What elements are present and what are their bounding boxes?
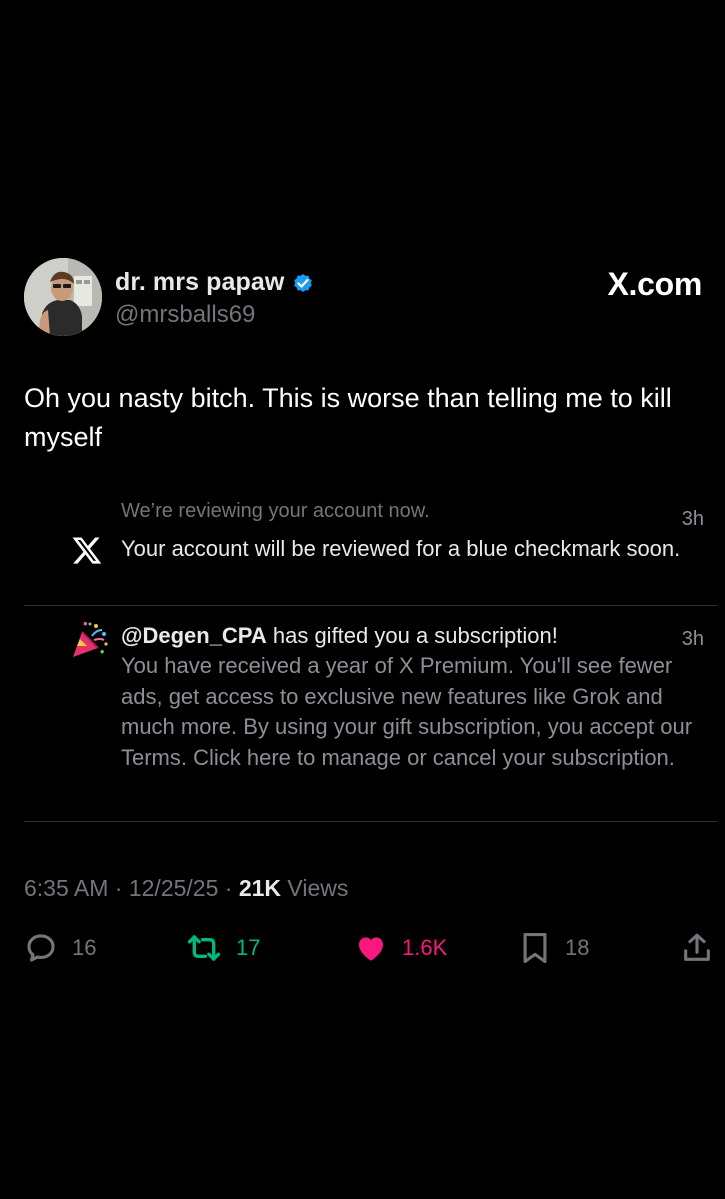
author-handle[interactable]: @mrsballs69: [115, 301, 255, 329]
notification-time: 3h: [681, 628, 704, 650]
notification-header: We’re reviewing your account now.: [121, 500, 430, 522]
notification-item[interactable]: @Degen_CPA has gifted you a subscription…: [24, 606, 717, 822]
avatar[interactable]: [24, 258, 102, 336]
views-label: Views: [281, 875, 349, 901]
repost-button[interactable]: 17: [186, 928, 260, 968]
notification-body: We’re reviewing your account now. Your a…: [121, 500, 711, 564]
site-label: X.com: [607, 266, 702, 302]
notification-title-text: has gifted you a subscription!: [266, 623, 558, 648]
share-icon: [684, 933, 710, 961]
tweet-meta: 6:35 AM · 12/25/25 · 21K Views: [24, 875, 348, 902]
reply-icon: [27, 934, 55, 962]
like-count: 1.6K: [402, 935, 448, 960]
tweet-time[interactable]: 6:35 AM: [24, 875, 108, 901]
notification-item[interactable]: We’re reviewing your account now. Your a…: [24, 495, 717, 606]
views-count[interactable]: 21K: [239, 875, 281, 901]
repost-count: 17: [236, 935, 261, 960]
verified-badge-icon: [291, 271, 315, 295]
gifter-mention[interactable]: @Degen_CPA: [121, 623, 267, 648]
reply-button[interactable]: 16: [24, 928, 96, 968]
repost-icon: [187, 935, 221, 961]
notification-title: @Degen_CPA has gifted you a subscription…: [121, 621, 711, 651]
notification-body: @Degen_CPA has gifted you a subscription…: [121, 621, 711, 773]
bookmark-button[interactable]: 18: [519, 928, 589, 968]
tweet-date[interactable]: 12/25/25: [129, 875, 219, 901]
notification-text: Your account will be reviewed for a blue…: [121, 536, 681, 561]
like-button[interactable]: 1.6K: [354, 928, 447, 968]
notification-text: You have received a year of X Premium. Y…: [121, 653, 693, 770]
tweet-text: Oh you nasty bitch. This is worse than t…: [24, 383, 672, 452]
action-bar: 16 17 1.6K 18: [24, 928, 714, 968]
name-row: dr. mrs papaw: [115, 268, 315, 297]
party-popper-icon: [70, 620, 110, 660]
bookmark-icon: [523, 932, 547, 964]
bookmark-count: 18: [565, 935, 590, 960]
heart-icon: [358, 937, 384, 961]
x-logo-icon: [70, 534, 110, 574]
profile-photo: [24, 258, 102, 336]
display-name[interactable]: dr. mrs papaw: [115, 268, 284, 297]
notification-time: 3h: [681, 508, 704, 530]
tweet-header: dr. mrs papaw @mrsballs69 X.com: [24, 258, 704, 338]
share-button[interactable]: [680, 928, 714, 968]
reply-count: 16: [72, 935, 97, 960]
meta-separator: ·: [108, 875, 129, 901]
meta-separator: ·: [218, 875, 239, 901]
